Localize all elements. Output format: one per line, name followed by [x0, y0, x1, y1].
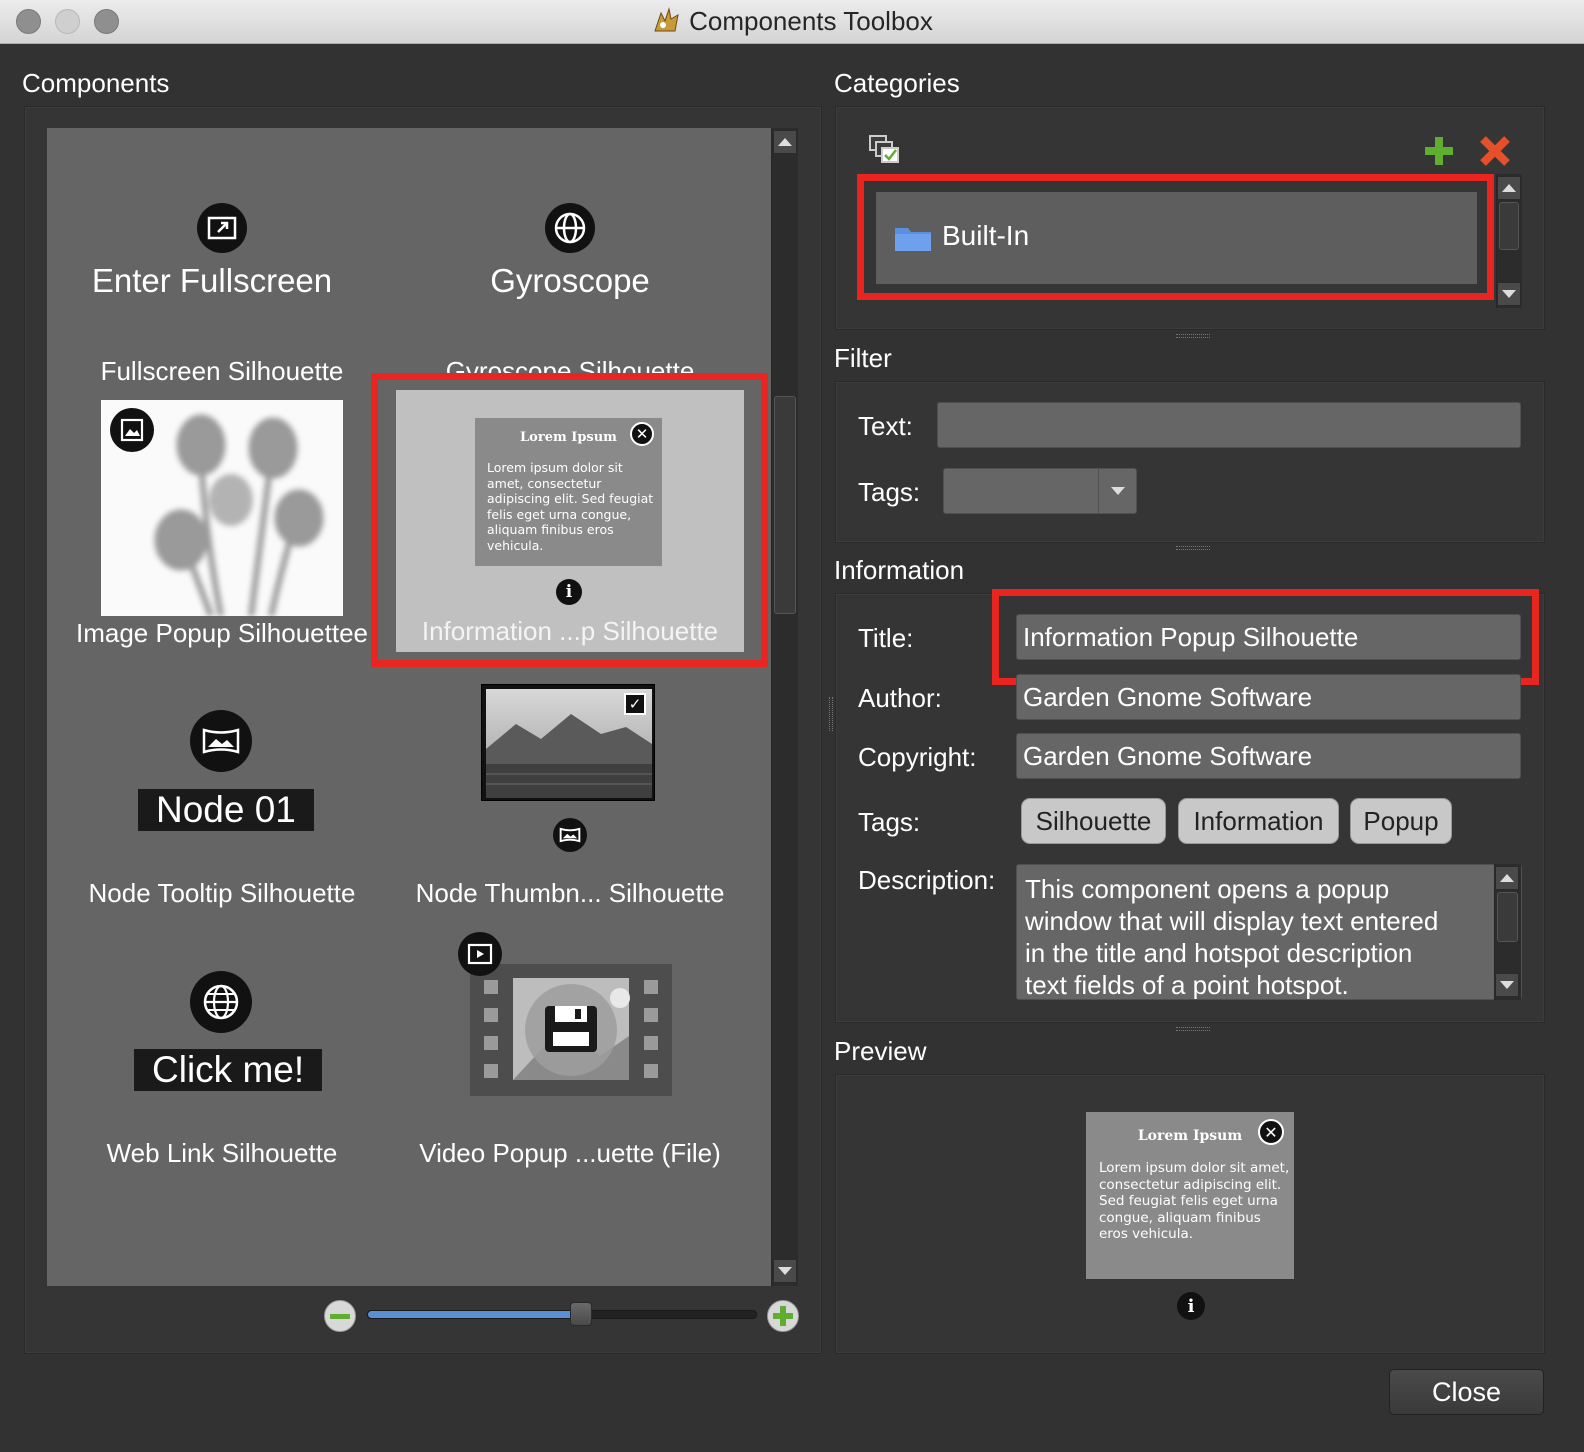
preview-text: Enter Fullscreen	[91, 262, 333, 299]
video-icon	[458, 932, 502, 976]
scroll-thumb[interactable]	[1497, 892, 1518, 942]
description-field[interactable]: This component opens a popup window that…	[1016, 864, 1522, 1000]
chevron-down-icon[interactable]	[1098, 469, 1136, 513]
image-icon	[110, 408, 154, 452]
scroll-down-button[interactable]	[1495, 973, 1519, 997]
scroll-thumb[interactable]	[1499, 202, 1519, 250]
fullscreen-icon	[197, 203, 247, 253]
scroll-down-button[interactable]	[1497, 282, 1521, 306]
title-highlight	[992, 589, 1539, 685]
tag-information[interactable]: Information	[1178, 798, 1339, 844]
description-line: text fields of a point hotspot.	[1025, 970, 1349, 1000]
filter-tags-label: Tags:	[858, 477, 921, 507]
information-heading: Information	[834, 555, 965, 585]
copyright-label: Copyright:	[858, 742, 977, 772]
info-icon: i	[1177, 1292, 1205, 1320]
window-title-container: Components Toolbox	[0, 6, 1584, 37]
scroll-down-button[interactable]	[773, 1259, 797, 1283]
add-category-button[interactable]	[1422, 134, 1456, 168]
zoom-out-button[interactable]	[324, 1300, 356, 1332]
description-line: This component opens a popup	[1025, 874, 1390, 904]
panorama-icon	[190, 710, 252, 772]
zoom-slider-thumb[interactable]	[570, 1302, 592, 1326]
close-icon: ✕	[1258, 1119, 1284, 1145]
zoom-in-button[interactable]	[767, 1300, 799, 1332]
splitter-handle[interactable]	[1176, 546, 1210, 550]
filter-tags-select[interactable]	[943, 468, 1137, 514]
vertical-splitter-handle[interactable]	[829, 697, 833, 731]
globe-icon	[190, 971, 252, 1033]
zoom-slider-fill	[368, 1311, 581, 1318]
scroll-thumb[interactable]	[774, 396, 796, 614]
component-item-node-thumbnail[interactable]: ✓ Node Thumbn... Silhouette	[400, 680, 740, 920]
title-bar: Components Toolbox	[0, 0, 1584, 44]
component-label: Image Popup Silhouettee	[76, 618, 368, 648]
description-line: in the title and hotspot description	[1025, 938, 1413, 968]
category-highlight	[857, 174, 1494, 300]
close-button[interactable]: Close	[1389, 1369, 1544, 1415]
remove-category-button[interactable]	[1478, 134, 1512, 168]
preview-text: Click me!	[134, 1049, 323, 1091]
component-label: Fullscreen Silhouette	[100, 356, 344, 386]
component-label: Node Thumbn... Silhouette	[415, 878, 725, 908]
tag-silhouette[interactable]: Silhouette	[1021, 798, 1166, 844]
copyright-field[interactable]: Garden Gnome Software	[1016, 733, 1521, 779]
component-item-image-popup[interactable]: Image Popup Silhouettee	[52, 396, 392, 656]
preview-text: Node 01	[138, 789, 314, 831]
splitter-handle[interactable]	[1176, 334, 1210, 338]
multi-select-icon	[869, 135, 899, 163]
window-title: Components Toolbox	[689, 6, 933, 36]
categories-scrollbar[interactable]	[1496, 174, 1522, 308]
component-item-node-tooltip[interactable]: Node 01 Node Tooltip Silhouette	[52, 700, 392, 920]
filter-text-label: Text:	[858, 411, 913, 441]
gyroscope-icon	[545, 203, 595, 253]
plus-icon	[1425, 137, 1453, 165]
panorama-icon	[553, 818, 587, 852]
selection-highlight	[371, 373, 768, 667]
thumbnail-image: ✓	[481, 684, 655, 801]
select-all-categories-button[interactable]	[868, 134, 902, 166]
splitter-handle[interactable]	[1176, 1027, 1210, 1031]
component-item-fullscreen[interactable]: Enter Fullscreen Fullscreen Silhouette	[52, 140, 392, 390]
checkbox-icon: ✓	[624, 693, 646, 715]
plus-icon	[773, 1306, 793, 1326]
zoom-slider[interactable]	[367, 1302, 757, 1326]
scroll-up-button[interactable]	[1497, 176, 1521, 200]
component-item-gyroscope[interactable]: Gyroscope Gyroscope Silhouette	[400, 140, 740, 380]
component-label: Video Popup ...uette (File)	[419, 1138, 721, 1168]
title-label: Title:	[858, 623, 914, 653]
scroll-up-button[interactable]	[1495, 866, 1519, 890]
author-field[interactable]: Garden Gnome Software	[1016, 674, 1521, 720]
description-label: Description:	[858, 865, 996, 895]
component-label: Web Link Silhouette	[106, 1138, 338, 1168]
preview-text: Gyroscope	[490, 262, 650, 299]
film-image	[470, 964, 672, 1096]
filter-heading: Filter	[834, 343, 892, 373]
close-icon	[1480, 136, 1510, 166]
popup-body: Lorem ipsum dolor sit amet, consectetur …	[1099, 1160, 1290, 1242]
component-item-web-link[interactable]: Click me! Web Link Silhouette	[52, 960, 392, 1180]
preview-popup-card: Lorem Ipsum Lorem ipsum dolor sit amet, …	[1086, 1112, 1294, 1279]
preview-heading: Preview	[834, 1036, 927, 1066]
component-item-video-popup[interactable]: Video Popup ...uette (File)	[400, 928, 740, 1180]
components-scrollbar[interactable]	[771, 128, 798, 1286]
categories-heading: Categories	[834, 68, 960, 98]
tags-label: Tags:	[858, 807, 921, 837]
description-scrollbar[interactable]	[1494, 864, 1521, 1000]
author-label: Author:	[858, 683, 942, 713]
component-label: Node Tooltip Silhouette	[88, 878, 356, 908]
components-heading: Components	[22, 68, 170, 98]
tag-popup[interactable]: Popup	[1350, 798, 1452, 844]
description-line: window that will display text entered	[1025, 906, 1439, 936]
app-icon	[651, 7, 681, 33]
scroll-up-button[interactable]	[773, 130, 797, 154]
minus-icon	[330, 1314, 350, 1319]
filter-text-input[interactable]	[937, 402, 1521, 448]
